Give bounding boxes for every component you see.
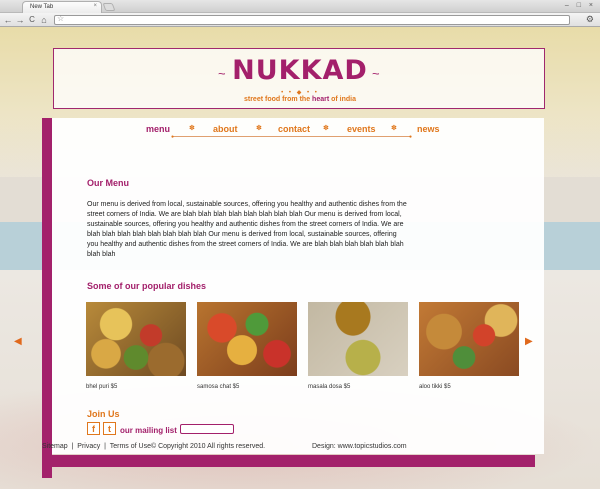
forward-icon[interactable]: →: [15, 15, 25, 25]
dish-caption: bhel puri $5: [86, 384, 118, 390]
panel-side-accent: [42, 118, 52, 478]
nav-item-contact[interactable]: contact: [278, 124, 310, 134]
back-icon[interactable]: ←: [3, 15, 13, 25]
dish-photo-masala-dosa[interactable]: [308, 302, 408, 376]
footer-design-credit[interactable]: Design: www.topicstudios.com: [312, 443, 407, 450]
window-controls[interactable]: – □ ×: [565, 2, 596, 9]
nav-item-about[interactable]: about: [213, 124, 238, 134]
main-nav: menu ✽ about ✽ contact ✽ events ✽ news ●…: [52, 118, 544, 142]
nav-underline: [173, 136, 411, 137]
nav-item-events[interactable]: events: [347, 124, 376, 134]
nav-underline-dot-icon: ●: [409, 134, 413, 140]
dish-card[interactable]: masala dosa $5: [308, 302, 408, 390]
dish-caption: samosa chat $5: [197, 384, 240, 390]
carousel-prev-arrow-icon[interactable]: ◀: [14, 336, 22, 347]
mailing-list-input[interactable]: [180, 424, 234, 434]
dish-caption: aloo tikki $5: [419, 384, 451, 390]
menu-section-title: Our Menu: [87, 178, 129, 188]
address-bar[interactable]: ☆: [54, 14, 570, 25]
settings-wrench-icon[interactable]: ⚙: [586, 14, 594, 25]
tab-new-tab[interactable]: New Tab ×: [22, 1, 102, 13]
logo-ornament: • • ◆ • •: [281, 90, 319, 96]
dish-photo-samosa-chat[interactable]: [197, 302, 297, 376]
facebook-icon[interactable]: f: [87, 422, 100, 435]
browser-toolbar: ← → C ⌂ ☆ ⚙: [0, 13, 600, 27]
logo-swirl-right-icon: ~: [372, 66, 380, 81]
site-header: ~ NUKKAD ~ • • ◆ • • street food from th…: [53, 48, 545, 109]
mailing-list-label: our mailing list: [120, 426, 177, 435]
new-tab-button[interactable]: [102, 3, 116, 11]
tab-title: New Tab: [30, 4, 54, 10]
nav-separator-icon: ✽: [391, 125, 397, 132]
dishes-section-title: Some of our popular dishes: [87, 281, 207, 291]
dish-card[interactable]: samosa chat $5: [197, 302, 297, 390]
web-page: ~ NUKKAD ~ • • ◆ • • street food from th…: [0, 27, 600, 489]
dish-card[interactable]: bhel puri $5: [86, 302, 186, 390]
footer-link-sitemap[interactable]: Sitemap: [42, 443, 68, 450]
panel-bottom-accent: [42, 455, 535, 467]
nav-underline-dot-icon: ●: [171, 134, 175, 140]
tagline-heart: heart: [312, 96, 330, 103]
footer-separator: |: [104, 443, 106, 450]
tab-close-icon[interactable]: ×: [93, 3, 97, 9]
nav-item-news[interactable]: news: [417, 124, 440, 134]
dish-photo-aloo-tikki[interactable]: [419, 302, 519, 376]
dish-caption: masala dosa $5: [308, 384, 351, 390]
browser-tab-strip: New Tab × – □ ×: [0, 0, 600, 13]
reload-icon[interactable]: C: [27, 15, 37, 25]
nav-item-menu[interactable]: menu: [146, 124, 170, 134]
nav-separator-icon: ✽: [256, 125, 262, 132]
footer-links: Sitemap | Privacy | Terms of Use© Copyri…: [42, 443, 265, 450]
footer-copyright: © Copyright 2010 All rights reserved.: [150, 443, 266, 450]
site-logo[interactable]: NUKKAD: [54, 55, 546, 86]
join-us-title: Join Us: [87, 409, 120, 419]
footer-link-privacy[interactable]: Privacy: [77, 443, 100, 450]
site-tagline: street food from the heart of india: [243, 96, 357, 103]
content-panel: menu ✽ about ✽ contact ✽ events ✽ news ●…: [14, 118, 544, 454]
carousel-next-arrow-icon[interactable]: ▶: [525, 336, 533, 347]
footer-separator: |: [71, 443, 74, 450]
dish-photo-bhel-puri[interactable]: [86, 302, 186, 376]
footer-link-terms[interactable]: Terms of Use: [110, 443, 151, 450]
nav-separator-icon: ✽: [323, 125, 329, 132]
dish-card[interactable]: aloo tikki $5: [419, 302, 519, 390]
nav-separator-icon: ✽: [189, 125, 195, 132]
menu-description: Our menu is derived from local, sustaina…: [87, 201, 407, 258]
bookmark-star-icon[interactable]: ☆: [57, 14, 64, 23]
twitter-icon[interactable]: t: [103, 422, 116, 435]
home-icon[interactable]: ⌂: [39, 15, 49, 25]
